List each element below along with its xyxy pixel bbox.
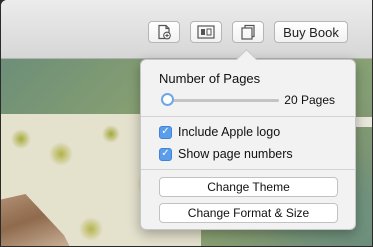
add-page-icon	[156, 24, 172, 40]
change-theme-button[interactable]: Change Theme	[159, 177, 338, 197]
divider	[141, 116, 355, 117]
book-icon	[240, 24, 256, 40]
pages-slider[interactable]	[161, 93, 279, 107]
page-numbers-checkbox[interactable]: ✓	[159, 147, 172, 161]
buy-book-button[interactable]: Buy Book	[274, 21, 348, 43]
divider	[141, 169, 355, 170]
include-logo-label: Include Apple logo	[178, 125, 281, 139]
app-window: Buy Book Number of Pages 20 Pages ✓ Incl…	[1, 0, 372, 246]
change-format-size-button[interactable]: Change Format & Size	[159, 203, 338, 223]
book-settings-button[interactable]	[232, 21, 264, 43]
layout-button[interactable]	[190, 21, 222, 43]
add-page-button[interactable]	[148, 21, 180, 43]
page-numbers-row[interactable]: ✓ Show page numbers	[159, 147, 293, 161]
pages-heading: Number of Pages	[159, 71, 261, 86]
pages-count: 20 Pages	[284, 93, 335, 107]
toolbar: Buy Book	[1, 0, 372, 59]
page-numbers-label: Show page numbers	[178, 147, 293, 161]
include-logo-row[interactable]: ✓ Include Apple logo	[159, 125, 280, 139]
slider-thumb[interactable]	[161, 93, 174, 106]
layout-icon	[197, 25, 215, 39]
include-logo-checkbox[interactable]: ✓	[159, 125, 172, 139]
bird-wing-image	[1, 194, 71, 246]
book-settings-popover: Number of Pages 20 Pages ✓ Include Apple…	[140, 59, 356, 230]
slider-track	[161, 99, 279, 102]
